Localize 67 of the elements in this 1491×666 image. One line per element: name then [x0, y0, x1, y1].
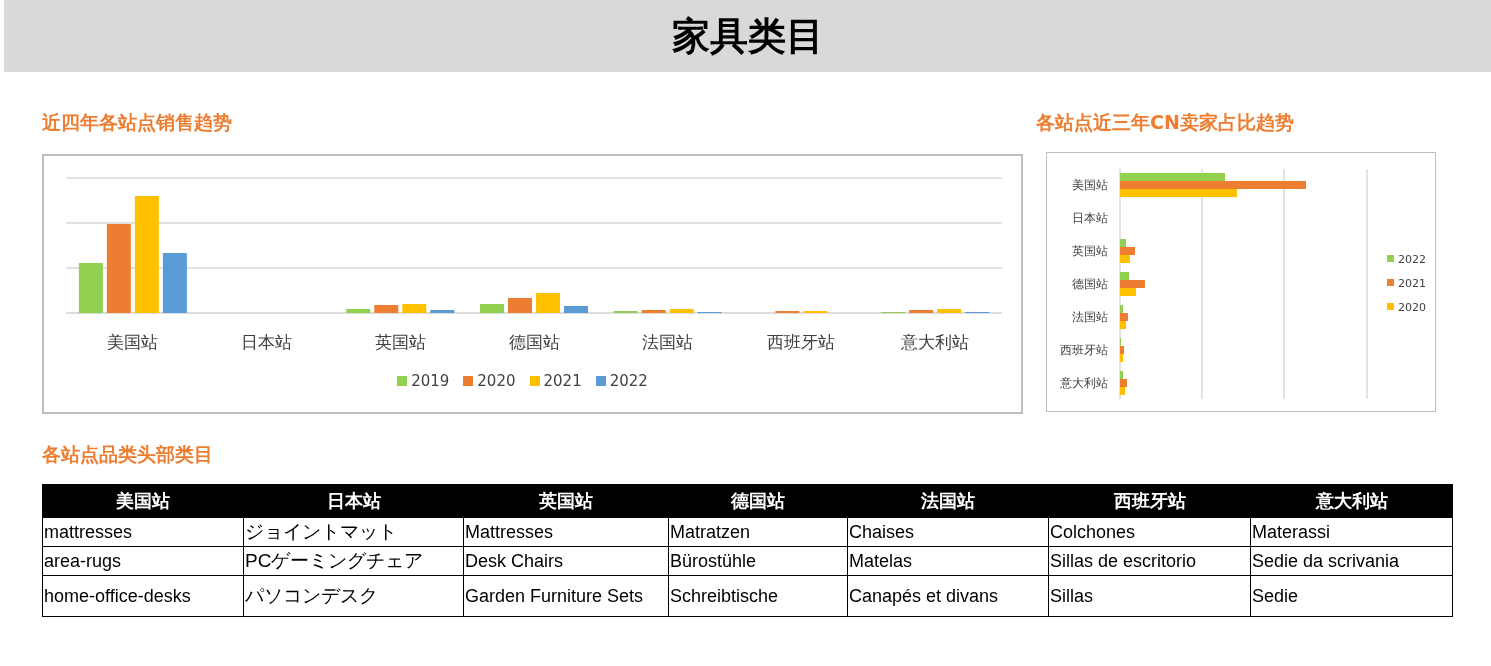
table-cell: home-office-desks	[42, 575, 244, 617]
table-cell: Colchones	[1048, 517, 1251, 547]
table-cell: Mattresses	[463, 517, 669, 547]
axis-label: 美国站	[107, 332, 159, 352]
legend-label: 2022	[609, 372, 648, 390]
table-cell: Bürostühle	[668, 546, 848, 576]
table-cell: Desk Chairs	[463, 546, 669, 576]
table-cell: area-rugs	[42, 546, 244, 576]
axis-label: 德国站	[508, 332, 560, 352]
bar	[536, 293, 560, 313]
table-cell: ジョイントマット	[243, 517, 464, 547]
bar	[564, 306, 588, 313]
table-cell: mattresses	[42, 517, 244, 547]
axis-label: 西班牙站	[1060, 343, 1108, 357]
column-header: 英国站	[463, 484, 669, 518]
legend-label: 2020	[1398, 301, 1426, 314]
table-cell: Matratzen	[668, 517, 848, 547]
axis-label: 西班牙站	[767, 332, 836, 352]
legend-label: 2020	[477, 372, 516, 390]
section-heading: 近四年各站点销售趋势	[42, 110, 233, 135]
column-header: 美国站	[42, 484, 244, 518]
column-header: 意大利站	[1250, 484, 1453, 518]
table-cell: PCゲーミングチェア	[243, 546, 464, 576]
axis-label: 日本站	[241, 332, 293, 352]
axis-label: 英国站	[374, 332, 426, 352]
axis-label: 意大利站	[1060, 376, 1108, 390]
column-header: 西班牙站	[1048, 484, 1251, 518]
table-cell: Schreibtische	[668, 575, 848, 617]
bar	[937, 309, 962, 313]
legend-label: 2021	[1398, 277, 1426, 290]
bar	[78, 263, 103, 313]
bar	[430, 310, 455, 313]
axis-label: 法国站	[1072, 310, 1108, 324]
legend-label: 2019	[411, 372, 450, 390]
table-cell: Sedie	[1250, 575, 1453, 617]
axis-label: 意大利站	[901, 332, 970, 352]
bar	[641, 310, 666, 313]
table-cell: Materassi	[1250, 517, 1453, 547]
column-header: 法国站	[847, 484, 1049, 518]
bar	[480, 304, 504, 313]
table-cell: Sillas	[1048, 575, 1251, 617]
bar	[669, 309, 694, 313]
axis-label: 日本站	[1072, 211, 1108, 225]
axis-label: 英国站	[1072, 244, 1108, 258]
table-cell: Sedie da scrivania	[1250, 546, 1453, 576]
legend-label: 2022	[1398, 253, 1426, 266]
table-cell: Sillas de escritorio	[1048, 546, 1251, 576]
axis-label: 德国站	[1072, 277, 1108, 291]
bar	[909, 310, 934, 313]
table-cell: パソコンデスク	[243, 575, 464, 617]
bar	[162, 253, 187, 313]
axis-label: 美国站	[1072, 178, 1108, 192]
table-cell: Canapés et divans	[847, 575, 1049, 617]
bar	[374, 305, 399, 313]
section-heading: 各站点品类头部类目	[42, 442, 214, 467]
section-heading: 各站点近三年CN卖家占比趋势	[1036, 110, 1295, 135]
bar	[346, 309, 371, 313]
table-cell: Garden Furniture Sets	[463, 575, 669, 617]
axis-label: 法国站	[642, 332, 694, 352]
bar	[508, 298, 532, 313]
bar	[402, 304, 427, 313]
column-header: 德国站	[668, 484, 848, 518]
legend-label: 2021	[543, 372, 582, 390]
column-header: 日本站	[243, 484, 464, 518]
page-title: 家具类目	[671, 12, 824, 60]
table-cell: Matelas	[847, 546, 1049, 576]
table-cell: Chaises	[847, 517, 1049, 547]
